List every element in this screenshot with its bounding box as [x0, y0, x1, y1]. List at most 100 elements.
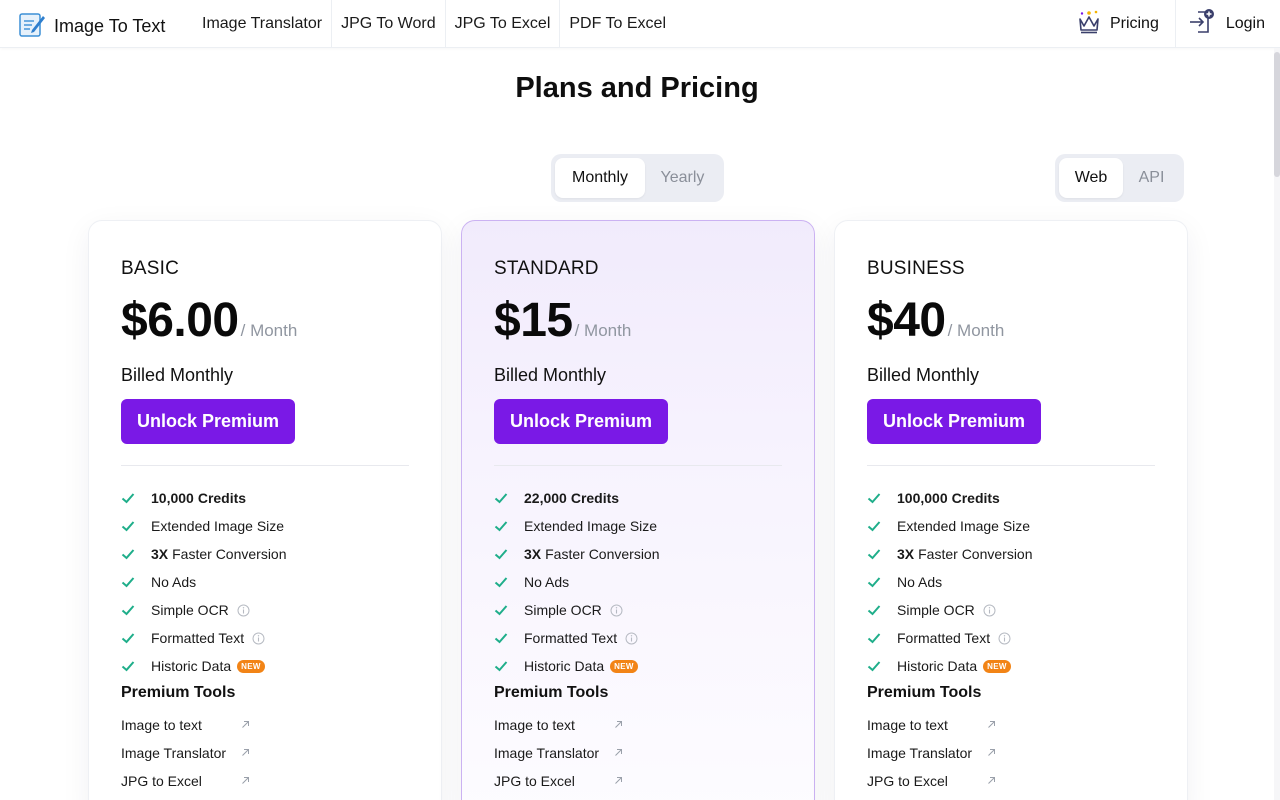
tool-link[interactable]: JPG to Excel [121, 767, 251, 795]
new-badge: NEW [983, 659, 1011, 673]
plan-name: BUSINESS [867, 258, 965, 279]
external-arrow-icon [615, 777, 622, 784]
tool-link[interactable]: JPG to Excel [494, 767, 624, 795]
faster-value: 3X [897, 546, 915, 562]
toggle-monthly[interactable]: Monthly [555, 158, 645, 198]
tool-link[interactable]: Image Translator [494, 739, 624, 767]
premium-tools-list: Image to text Image Translator JPG to Ex… [121, 711, 251, 795]
price-row: $15 / Month [494, 293, 631, 348]
external-arrow-icon [615, 721, 622, 728]
check-icon [121, 549, 135, 560]
external-arrow-icon [242, 749, 249, 756]
feature-historic-data: Historic Data NEW [494, 652, 798, 680]
unlock-premium-button[interactable]: Unlock Premium [867, 399, 1042, 444]
new-badge: NEW [237, 659, 265, 673]
billing-period-toggle: Monthly Yearly [551, 154, 724, 202]
tool-link[interactable]: Image Translator [867, 739, 997, 767]
feature-faster: 3X Faster Conversion [121, 540, 425, 568]
check-icon [494, 521, 508, 532]
pricing-link[interactable]: Pricing [1076, 0, 1176, 48]
premium-tools-title: Premium Tools [121, 684, 236, 701]
crown-icon [1076, 9, 1102, 40]
credits-value: 100,000 [897, 490, 948, 506]
price-row: $6.00 / Month [121, 293, 297, 348]
tool-link[interactable]: Image to text [494, 711, 624, 739]
feature-faster: 3X Faster Conversion [494, 540, 798, 568]
premium-tools-title: Premium Tools [494, 684, 609, 701]
info-icon[interactable] [610, 604, 623, 617]
feature-no-ads: No Ads [121, 568, 425, 596]
divider [121, 465, 409, 466]
feature-credits: 100,000 Credits [867, 484, 1171, 512]
feature-simple-ocr: Simple OCR [121, 596, 425, 624]
feature-simple-ocr: Simple OCR [494, 596, 798, 624]
check-icon [867, 605, 881, 616]
credits-label: Credits [570, 490, 620, 506]
page-title: Plans and Pricing [515, 72, 759, 104]
check-icon [494, 633, 508, 644]
main-nav: Image Translator JPG To Word JPG To Exce… [193, 0, 675, 48]
unlock-premium-button[interactable]: Unlock Premium [121, 399, 296, 444]
nav-right: Pricing Login [1076, 0, 1280, 48]
feature-list: 22,000 Credits Extended Image Size 3X Fast… [494, 484, 798, 680]
toggle-web[interactable]: Web [1059, 158, 1123, 198]
check-icon [121, 633, 135, 644]
credits-label: Credits [951, 490, 1000, 506]
info-icon[interactable] [237, 604, 250, 617]
info-icon[interactable] [625, 632, 638, 645]
channel-toggle: Web API [1055, 154, 1184, 202]
login-link[interactable]: Login [1176, 0, 1280, 48]
notepad-pencil-icon [18, 10, 46, 43]
feature-image-size: Extended Image Size [867, 512, 1171, 540]
credits-value: 22,000 [524, 490, 567, 506]
toggle-yearly[interactable]: Yearly [645, 158, 720, 198]
new-badge: NEW [610, 659, 638, 673]
premium-tools-list: Image to text Image Translator JPG to Ex… [494, 711, 624, 795]
scrollbar-thumb[interactable] [1274, 52, 1280, 177]
nav-pdf-to-excel[interactable]: PDF To Excel [560, 0, 675, 48]
nav-jpg-to-word[interactable]: JPG To Word [332, 0, 446, 48]
feature-image-size: Extended Image Size [494, 512, 798, 540]
check-icon [867, 633, 881, 644]
nav-image-translator[interactable]: Image Translator [193, 0, 333, 48]
info-icon[interactable] [983, 604, 996, 617]
external-arrow-icon [242, 777, 249, 784]
plan-name: BASIC [121, 258, 180, 279]
toggle-api[interactable]: API [1123, 158, 1180, 198]
check-icon [121, 493, 135, 504]
feature-list: 100,000 Credits Extended Image Size 3X Fas… [867, 484, 1171, 680]
tool-link[interactable]: Image to text [867, 711, 997, 739]
external-arrow-icon [242, 721, 249, 728]
divider [494, 465, 782, 466]
tool-link[interactable]: JPG to Excel [867, 767, 997, 795]
logo-link[interactable]: Image To Text [18, 10, 165, 43]
tool-link[interactable]: Image to text [121, 711, 251, 739]
tool-link[interactable]: Image Translator [121, 739, 251, 767]
plan-card-standard: STANDARD $15 / Month Billed Monthly Unlo… [461, 220, 815, 800]
plan-card-basic: BASIC $6.00 / Month Billed Monthly Unloc… [88, 220, 442, 800]
info-icon[interactable] [252, 632, 265, 645]
feature-no-ads: No Ads [867, 568, 1171, 596]
check-icon [867, 549, 881, 560]
external-arrow-icon [988, 749, 995, 756]
external-arrow-icon [988, 777, 995, 784]
pricing-label: Pricing [1109, 15, 1159, 32]
billing-note: Billed Monthly [867, 365, 980, 385]
check-icon [494, 493, 508, 504]
external-arrow-icon [988, 721, 995, 728]
check-icon [867, 521, 881, 532]
nav-jpg-to-excel[interactable]: JPG To Excel [446, 0, 561, 48]
feature-credits: 10,000 Credits [121, 484, 425, 512]
credits-label: Credits [197, 490, 247, 506]
feature-faster: 3X Faster Conversion [867, 540, 1171, 568]
unlock-premium-button[interactable]: Unlock Premium [494, 399, 669, 444]
info-icon[interactable] [998, 632, 1011, 645]
faster-value: 3X [524, 546, 542, 562]
check-icon [121, 661, 135, 672]
faster-value: 3X [151, 546, 169, 562]
plan-price: $15 [494, 294, 573, 347]
check-icon [494, 549, 508, 560]
check-icon [121, 521, 135, 532]
plan-card-business: BUSINESS $40 / Month Billed Monthly Unlo… [834, 220, 1188, 800]
divider [867, 465, 1155, 466]
